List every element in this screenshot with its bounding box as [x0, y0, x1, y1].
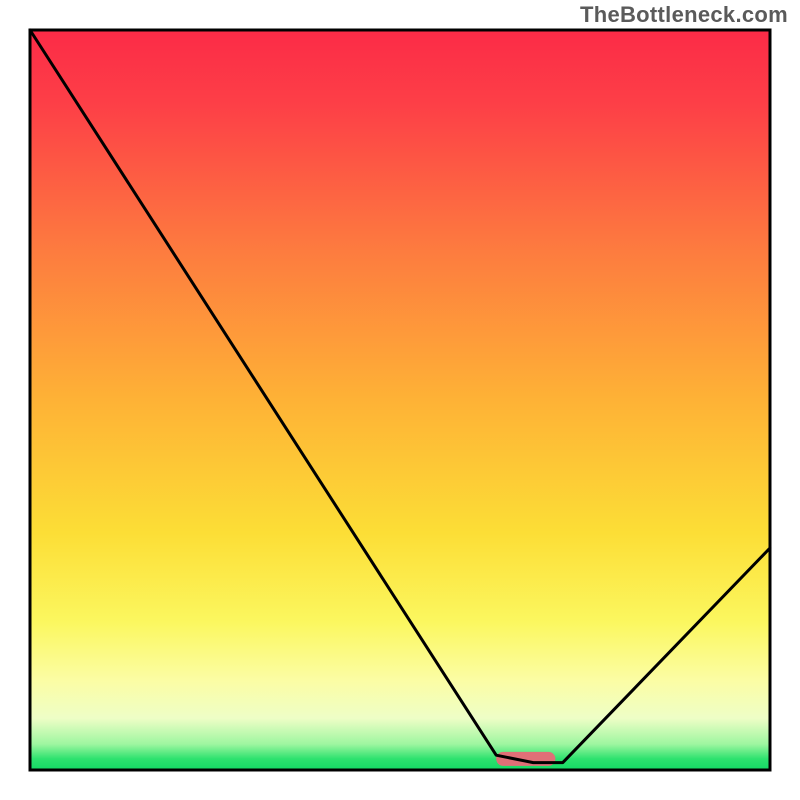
watermark-label: TheBottleneck.com	[580, 2, 788, 28]
chart-container: TheBottleneck.com	[0, 0, 800, 800]
bottleneck-chart	[0, 0, 800, 800]
plot-background	[30, 30, 770, 770]
